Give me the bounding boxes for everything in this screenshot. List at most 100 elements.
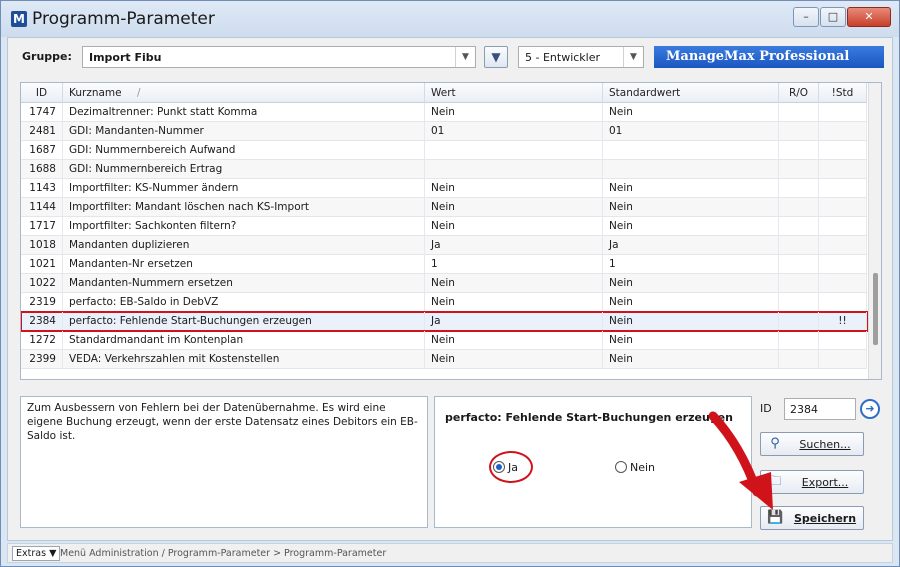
cell-wert: 1 bbox=[425, 255, 603, 273]
table-row[interactable]: 2399 VEDA: Verkehrszahlen mit Kostenstell… bbox=[21, 350, 867, 369]
cell-name: Dezimaltrenner: Punkt statt Komma bbox=[63, 103, 425, 121]
table-header: ID Kurzname / Wert Standardwert R/O !Std bbox=[21, 83, 867, 103]
cell-nstd: !! bbox=[819, 312, 867, 330]
column-header-name-label: Kurzname bbox=[69, 87, 122, 99]
chevron-down-icon[interactable]: ▼ bbox=[623, 47, 643, 67]
cell-name: Importfilter: Sachkonten filtern? bbox=[63, 217, 425, 235]
client-area: Gruppe: Import Fibu ▼ ▼ 5 - Entwickler ▼… bbox=[7, 37, 893, 541]
cell-wert: Ja bbox=[425, 312, 603, 330]
radio-unselected-icon[interactable] bbox=[615, 461, 627, 473]
cell-std: Nein bbox=[603, 274, 779, 292]
cell-ro bbox=[779, 293, 819, 311]
cell-id: 2481 bbox=[21, 122, 63, 140]
cell-wert: Nein bbox=[425, 350, 603, 368]
column-header-nstd[interactable]: !Std bbox=[819, 83, 867, 103]
cell-id: 2384 bbox=[21, 312, 63, 330]
level-value: 5 - Entwickler bbox=[525, 51, 601, 64]
cell-id: 1272 bbox=[21, 331, 63, 349]
table-row[interactable]: 2319 perfacto: EB-Saldo in DebVZ Nein Nein bbox=[21, 293, 867, 312]
table-row[interactable]: 1022 Mandanten-Nummern ersetzen Nein Nein bbox=[21, 274, 867, 293]
column-header-wert[interactable]: Wert bbox=[425, 83, 603, 103]
radio-ja[interactable]: Ja bbox=[493, 461, 518, 474]
cell-name: Mandanten-Nummern ersetzen bbox=[63, 274, 425, 292]
cell-wert: Nein bbox=[425, 274, 603, 292]
radio-ja-label: Ja bbox=[508, 461, 518, 474]
cell-std bbox=[603, 160, 779, 178]
editor-title: perfacto: Fehlende Start-Buchungen erzeu… bbox=[445, 411, 733, 424]
id-label: ID bbox=[760, 402, 772, 415]
table-row[interactable]: 1021 Mandanten-Nr ersetzen 1 1 bbox=[21, 255, 867, 274]
table-row[interactable]: 1747 Dezimaltrenner: Punkt statt Komma Nei… bbox=[21, 103, 867, 122]
table-row[interactable]: 1018 Mandanten duplizieren Ja Ja bbox=[21, 236, 867, 255]
column-header-id[interactable]: ID bbox=[21, 83, 63, 103]
cell-name: perfacto: EB-Saldo in DebVZ bbox=[63, 293, 425, 311]
app-logo-icon: M bbox=[11, 11, 27, 27]
vertical-scrollbar[interactable] bbox=[868, 83, 881, 379]
cell-nstd bbox=[819, 160, 867, 178]
column-header-name[interactable]: Kurzname / bbox=[63, 83, 425, 103]
cell-wert: Ja bbox=[425, 236, 603, 254]
cell-ro bbox=[779, 141, 819, 159]
parameter-table: ID Kurzname / Wert Standardwert R/O !Std… bbox=[20, 82, 882, 380]
minimize-button[interactable]: – bbox=[793, 7, 819, 27]
column-header-standardwert[interactable]: Standardwert bbox=[603, 83, 779, 103]
table-row[interactable]: 1143 Importfilter: KS-Nummer ändern Nein Ne… bbox=[21, 179, 867, 198]
save-button[interactable]: 💾 Speichern bbox=[760, 506, 864, 530]
cell-std: Nein bbox=[603, 312, 779, 330]
gruppe-select[interactable]: Import Fibu ▼ bbox=[82, 46, 476, 68]
close-button[interactable]: ✕ bbox=[847, 7, 891, 27]
radio-nein-label: Nein bbox=[630, 461, 656, 474]
table-row[interactable]: 1144 Importfilter: Mandant löschen nach K… bbox=[21, 198, 867, 217]
gruppe-value: Import Fibu bbox=[89, 51, 162, 64]
radio-nein[interactable]: Nein bbox=[615, 461, 655, 474]
cell-id: 1747 bbox=[21, 103, 63, 121]
level-select[interactable]: 5 - Entwickler ▼ bbox=[518, 46, 644, 68]
cell-std: 1 bbox=[603, 255, 779, 273]
scrollbar-thumb[interactable] bbox=[873, 273, 878, 345]
cell-ro bbox=[779, 274, 819, 292]
cell-id: 1144 bbox=[21, 198, 63, 216]
gruppe-label: Gruppe: bbox=[22, 50, 72, 63]
cell-name: GDI: Nummernbereich Ertrag bbox=[63, 160, 425, 178]
extras-dropdown[interactable]: Extras ▼ bbox=[12, 546, 61, 561]
table-row[interactable]: 1687 GDI: Nummernbereich Aufwand bbox=[21, 141, 867, 160]
cell-name: Standardmandant im Kontenplan bbox=[63, 331, 425, 349]
filter-icon[interactable]: ▼ bbox=[484, 46, 508, 68]
cell-wert: Nein bbox=[425, 103, 603, 121]
chevron-down-icon[interactable]: ▼ bbox=[455, 47, 475, 67]
search-button[interactable]: ⚲ Suchen... bbox=[760, 432, 864, 456]
export-button-label: Export... bbox=[801, 476, 849, 489]
go-arrow-icon[interactable]: ➜ bbox=[860, 399, 880, 419]
brand-logo: ManageMax Professional bbox=[654, 46, 884, 68]
cell-wert bbox=[425, 141, 603, 159]
column-header-ro[interactable]: R/O bbox=[779, 83, 819, 103]
cell-wert: 01 bbox=[425, 122, 603, 140]
cell-id: 2399 bbox=[21, 350, 63, 368]
cell-id: 1021 bbox=[21, 255, 63, 273]
table-row[interactable]: 2481 GDI: Mandanten-Nummer 01 01 bbox=[21, 122, 867, 141]
cell-nstd bbox=[819, 293, 867, 311]
cell-name: VEDA: Verkehrszahlen mit Kostenstellen bbox=[63, 350, 425, 368]
cell-id: 1717 bbox=[21, 217, 63, 235]
cell-std: Nein bbox=[603, 331, 779, 349]
cell-std: Nein bbox=[603, 217, 779, 235]
cell-nstd bbox=[819, 103, 867, 121]
id-input[interactable]: 2384 bbox=[784, 398, 856, 420]
cell-std: 01 bbox=[603, 122, 779, 140]
status-bar: Extras ▼ Menü Administration / Programm-… bbox=[7, 543, 893, 563]
table-row[interactable]: 1272 Standardmandant im Kontenplan Nein Nei… bbox=[21, 331, 867, 350]
export-button[interactable]: 🗀 Export... bbox=[760, 470, 864, 494]
table-row[interactable]: 2384 perfacto: Fehlende Start-Buchungen e… bbox=[21, 311, 868, 332]
cell-name: GDI: Nummernbereich Aufwand bbox=[63, 141, 425, 159]
cell-nstd bbox=[819, 274, 867, 292]
cell-std: Nein bbox=[603, 103, 779, 121]
chevron-down-icon: ▼ bbox=[49, 548, 57, 559]
cell-nstd bbox=[819, 141, 867, 159]
cell-wert bbox=[425, 160, 603, 178]
cell-name: GDI: Mandanten-Nummer bbox=[63, 122, 425, 140]
table-row[interactable]: 1717 Importfilter: Sachkonten filtern? Nei… bbox=[21, 217, 867, 236]
radio-selected-icon[interactable] bbox=[493, 461, 505, 473]
maximize-button[interactable]: □ bbox=[820, 7, 846, 27]
cell-nstd bbox=[819, 350, 867, 368]
table-row[interactable]: 1688 GDI: Nummernbereich Ertrag bbox=[21, 160, 867, 179]
